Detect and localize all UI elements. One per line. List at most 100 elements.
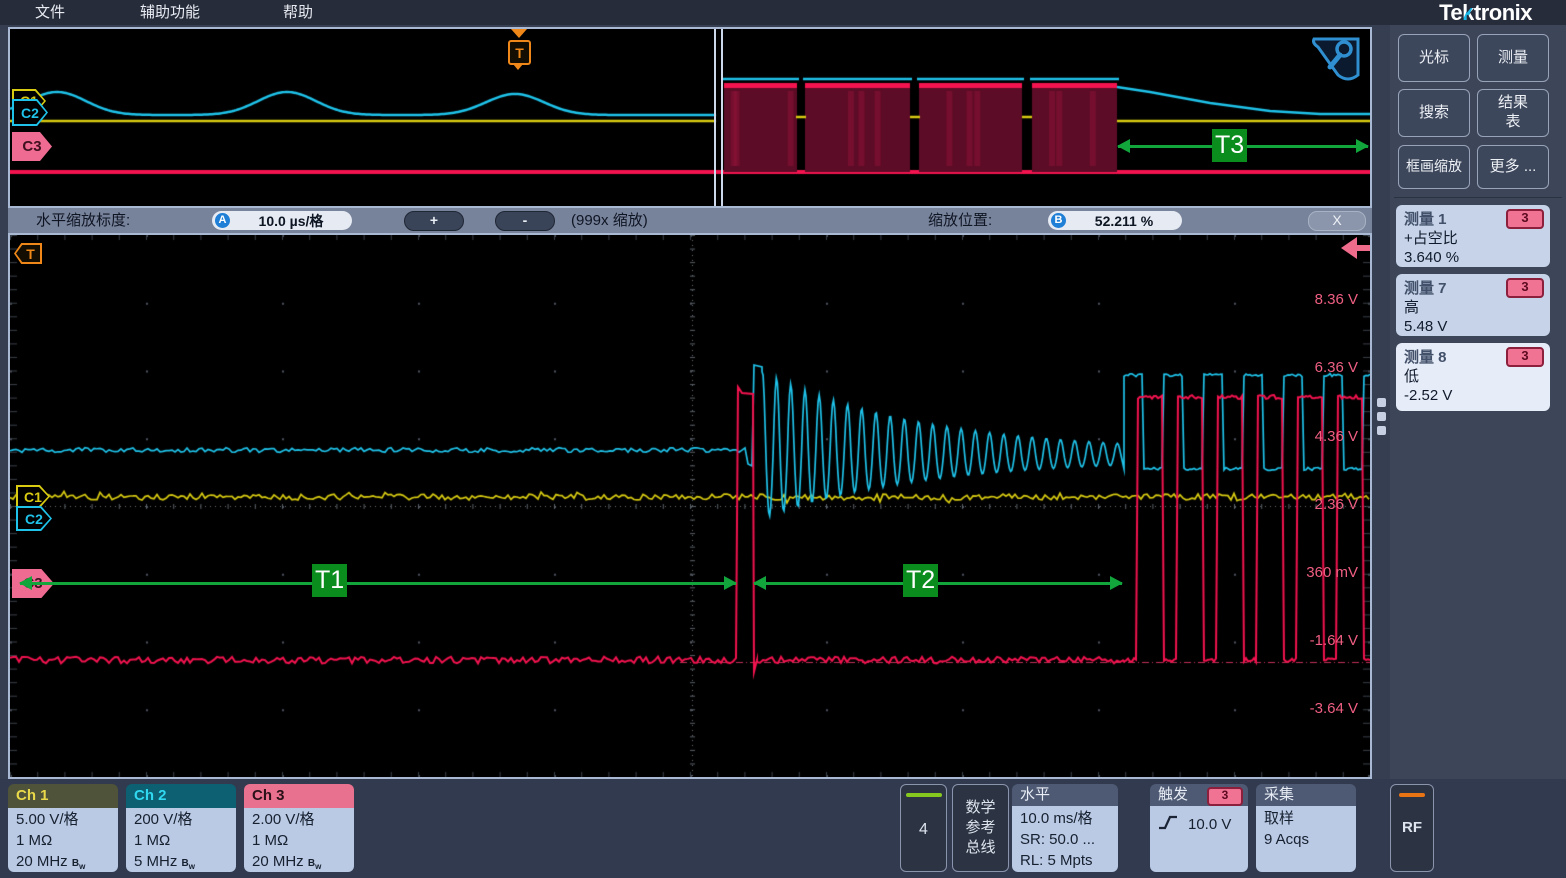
- rising-edge-icon: [1158, 814, 1178, 830]
- menu-help[interactable]: 帮助: [283, 2, 313, 23]
- ch1-badge[interactable]: Ch 1 5.00 V/格 1 MΩ 20 MHz Bw: [8, 784, 118, 872]
- measurement-name: 低: [1404, 367, 1542, 386]
- measurement-source-badge: 3: [1506, 278, 1544, 298]
- acquisition-count: 9 Acqs: [1264, 829, 1356, 850]
- knob-b-icon: B: [1051, 213, 1066, 228]
- ch3-title: Ch 3: [244, 784, 354, 808]
- ch1-scale: 5.00 V/格: [16, 809, 118, 830]
- zoom-position-label: 缩放位置:: [928, 211, 992, 230]
- measurement-value: 3.640 %: [1404, 248, 1542, 267]
- menu-bar: 文件 辅助功能 帮助 Tektronix: [0, 0, 1566, 25]
- sample-rate: SR: 50.0 ...: [1020, 829, 1118, 850]
- menu-file[interactable]: 文件: [35, 2, 65, 23]
- acquisition-mode: 取样: [1264, 808, 1356, 829]
- zoom-waveforms: [10, 235, 1370, 777]
- ch4-color-bar: [906, 793, 942, 797]
- trigger-badge[interactable]: 触发 3 10.0 V: [1150, 784, 1248, 872]
- zoom-graticule-panel: T 8.36 V 6.36 V 4.36 V 2.36 V 360 mV -1.…: [8, 233, 1372, 779]
- ch2-title: Ch 2: [126, 784, 236, 808]
- main-ch1-handle[interactable]: C1: [16, 485, 50, 508]
- zoom-close-button[interactable]: X: [1308, 211, 1366, 231]
- horizontal-title: 水平: [1012, 784, 1118, 806]
- draw-box-zoom-button[interactable]: 框画缩放: [1398, 145, 1470, 189]
- ch2-impedance: 1 MΩ: [134, 830, 236, 851]
- overview-ch2-handle[interactable]: C2: [12, 99, 48, 126]
- zoom-position-value: 52.211 %: [1066, 213, 1182, 229]
- search-button[interactable]: 搜索: [1398, 89, 1470, 137]
- voltage-label: -3.64 V: [1288, 700, 1358, 717]
- measurement-name: 高: [1404, 298, 1542, 317]
- rf-button[interactable]: RF: [1390, 784, 1434, 872]
- overview-ch3-handle[interactable]: C3: [12, 132, 52, 161]
- voltage-label: -1.64 V: [1288, 632, 1358, 649]
- ch3-impedance: 1 MΩ: [252, 830, 354, 851]
- record-view-panel: C1 C2 C3 T T3: [8, 27, 1372, 208]
- ch3-bandwidth: 20 MHz Bw: [252, 851, 354, 872]
- measurement-badge-7[interactable]: 测量 7 3 高 5.48 V: [1396, 274, 1550, 336]
- t1-annotation-label: T1: [312, 564, 347, 597]
- ch1-bandwidth: 20 MHz Bw: [16, 851, 118, 872]
- voltage-label: 4.36 V: [1288, 428, 1358, 445]
- main-ch2-handle[interactable]: C2: [16, 506, 52, 531]
- voltage-label: 360 mV: [1288, 564, 1358, 581]
- horizontal-badge[interactable]: 水平 10.0 ms/格 SR: 50.0 ... RL: 5 Mpts: [1012, 784, 1118, 872]
- trigger-arrow-icon: [513, 64, 523, 70]
- bottom-settings-bar: Ch 1 5.00 V/格 1 MΩ 20 MHz Bw Ch 2 200 V/…: [0, 779, 1566, 878]
- measurement-name: +占空比: [1404, 229, 1542, 248]
- zoom-overview-icon[interactable]: [1310, 35, 1362, 85]
- zoom-scale-label: 水平缩放标度:: [36, 211, 130, 230]
- trigger-level: 10.0 V: [1188, 814, 1231, 835]
- trigger-source-badge: 3: [1207, 787, 1243, 806]
- zoom-position-control[interactable]: B 52.211 %: [1048, 211, 1182, 230]
- ch4-label: 4: [901, 821, 946, 839]
- horizontal-scale: 10.0 ms/格: [1020, 808, 1118, 829]
- rf-label: RF: [1391, 819, 1433, 836]
- ch2-badge[interactable]: Ch 2 200 V/格 1 MΩ 5 MHz Bw: [126, 784, 236, 872]
- oscilloscope-screen: 文件 辅助功能 帮助 Tektronix C1 C2 C3 T T3: [0, 0, 1566, 878]
- ch4-button[interactable]: 4: [900, 784, 947, 872]
- ch1-impedance: 1 MΩ: [16, 830, 118, 851]
- record-length: RL: 5 Mpts: [1020, 850, 1118, 871]
- zoom-out-button[interactable]: -: [495, 211, 555, 231]
- zoom-factor-label: (999x 缩放): [571, 211, 648, 230]
- zoom-scale-control[interactable]: A 10.0 µs/格: [212, 211, 352, 230]
- t2-annotation-label: T2: [903, 564, 938, 597]
- panel-drag-handle[interactable]: [1377, 398, 1387, 440]
- sidebar-divider: [1394, 197, 1562, 198]
- t1-arrow: [20, 582, 736, 585]
- tektronix-logo: Tektronix: [1439, 0, 1532, 25]
- measurement-badge-1[interactable]: 测量 1 3 +占空比 3.640 %: [1396, 205, 1550, 267]
- measurement-source-badge: 3: [1506, 209, 1544, 229]
- ch3-badge[interactable]: Ch 3 2.00 V/格 1 MΩ 20 MHz Bw: [244, 784, 354, 872]
- acquisition-title: 采集: [1256, 784, 1356, 806]
- menu-utility[interactable]: 辅助功能: [140, 2, 200, 23]
- more-button[interactable]: 更多 ...: [1477, 145, 1549, 189]
- trigger-arrow-icon: [511, 29, 527, 38]
- math-ref-bus-button[interactable]: 数学 参考 总线: [952, 784, 1009, 872]
- measurement-value: 5.48 V: [1404, 317, 1542, 336]
- record-view-waveforms: [10, 29, 1370, 206]
- overview-trigger-marker[interactable]: T: [511, 29, 527, 38]
- measurement-value: -2.52 V: [1404, 386, 1542, 405]
- zoom-window-divider[interactable]: [714, 29, 723, 206]
- ch1-title: Ch 1: [8, 784, 118, 808]
- results-table-button[interactable]: 结果表: [1477, 89, 1549, 137]
- measure-button[interactable]: 测量: [1477, 34, 1549, 82]
- right-sidebar: 光标 测量 搜索 结果表 框画缩放 更多 ... 测量 1 3 +占空比 3.6…: [1390, 25, 1566, 779]
- zoom-toolbar: 水平缩放标度: A 10.0 µs/格 + - (999x 缩放) 缩放位置: …: [8, 208, 1372, 233]
- acquisition-badge[interactable]: 采集 取样 9 Acqs: [1256, 784, 1356, 872]
- voltage-label: 8.36 V: [1288, 291, 1358, 308]
- measurement-badge-8[interactable]: 测量 8 3 低 -2.52 V: [1396, 343, 1550, 411]
- zoom-scale-value: 10.0 µs/格: [230, 211, 352, 231]
- ch2-bandwidth: 5 MHz Bw: [134, 851, 236, 872]
- voltage-label: 6.36 V: [1288, 359, 1358, 376]
- t3-annotation-label: T3: [1212, 129, 1247, 162]
- main-trigger-marker[interactable]: T: [14, 243, 42, 264]
- cursors-button[interactable]: 光标: [1398, 34, 1470, 82]
- measurement-source-badge: 3: [1506, 347, 1544, 367]
- ch2-scale: 200 V/格: [134, 809, 236, 830]
- rf-color-bar: [1399, 793, 1425, 797]
- ch3-scale: 2.00 V/格: [252, 809, 354, 830]
- zoom-in-button[interactable]: +: [404, 211, 464, 231]
- voltage-label: 2.36 V: [1288, 496, 1358, 513]
